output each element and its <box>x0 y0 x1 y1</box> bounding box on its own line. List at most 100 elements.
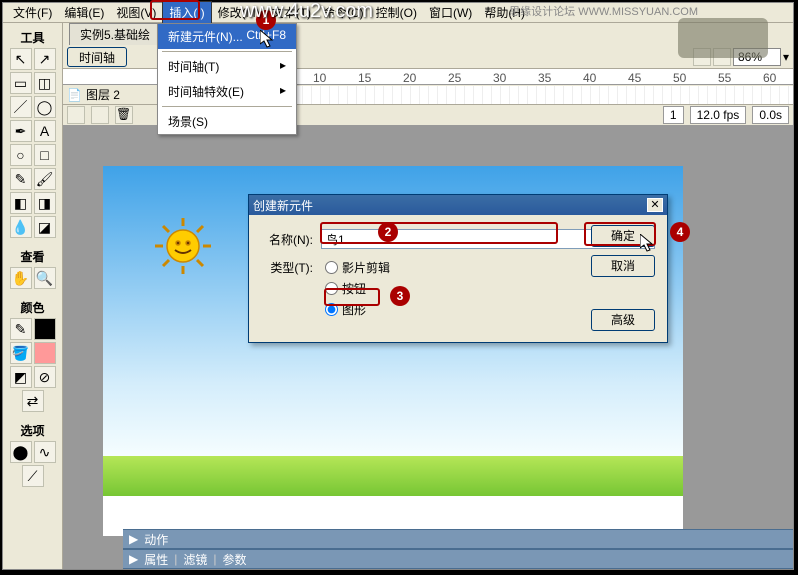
menu-timeline-effects[interactable]: 时间轴特效(E)▸ <box>158 79 296 104</box>
delete-layer-icon[interactable]: 🗑 <box>115 106 133 124</box>
snap-icon[interactable]: ⬤ <box>10 441 32 463</box>
properties-panel-header[interactable]: ▶ 属性 | 滤镜 | 参数 <box>123 549 793 569</box>
subselection-tool-icon[interactable]: ↗ <box>34 48 56 70</box>
tool-panel: 工具 ↖ ↗ ▭ ◫ ／ ◯ ✒ A ○ □ ✎ 🖌 ◧ ◨ 💧 ◪ 查看 ✋ … <box>3 23 63 569</box>
ruler-mark: 60 <box>763 71 776 85</box>
ruler-mark: 20 <box>403 71 416 85</box>
new-layer-icon[interactable] <box>67 106 85 124</box>
zoom-input[interactable] <box>733 48 781 66</box>
name-label: 名称(N): <box>261 231 321 248</box>
stroke-swatch[interactable] <box>34 318 56 340</box>
cancel-button[interactable]: 取消 <box>591 255 655 277</box>
radio-graphic[interactable]: 图形 <box>325 301 390 318</box>
ruler-mark: 50 <box>673 71 686 85</box>
expand-icon: ▶ <box>129 532 138 546</box>
menu-view[interactable]: 视图(V) <box>110 2 162 23</box>
sun-shape <box>153 216 213 276</box>
actions-panel-header[interactable]: ▶动作 <box>123 529 793 549</box>
layer-icon: 📄 <box>67 88 82 102</box>
stroke-color-icon[interactable]: ✎ <box>10 318 32 340</box>
zoom-dropdown-icon[interactable]: ▾ <box>783 50 789 64</box>
bottom-panels: ▶动作 ▶ 属性 | 滤镜 | 参数 <box>123 529 793 569</box>
menu-window[interactable]: 窗口(W) <box>423 2 478 23</box>
time-display: 0.0s <box>752 106 789 124</box>
menu-new-symbol-label: 新建元件(N)... <box>168 28 243 45</box>
view-section-title: 查看 <box>7 246 58 267</box>
new-folder-icon[interactable] <box>91 106 109 124</box>
menu-new-symbol[interactable]: 新建元件(N)... Ctrl+F8 <box>158 24 296 49</box>
radio-graphic-input[interactable] <box>325 303 338 316</box>
ruler-mark: 55 <box>718 71 731 85</box>
menu-insert[interactable]: 插入(I) <box>162 1 211 24</box>
menu-commands[interactable]: 命令(C) <box>317 2 370 23</box>
ruler-mark: 15 <box>358 71 371 85</box>
ok-button[interactable]: 确定 <box>591 225 655 247</box>
dialog-titlebar[interactable]: 创建新元件 ✕ <box>249 195 667 215</box>
text-tool-icon[interactable]: A <box>34 120 56 142</box>
document-tab[interactable]: 实例5.基础绘 <box>69 23 161 45</box>
tool-panel-title: 工具 <box>7 27 58 48</box>
fps-display: 12.0 fps <box>690 106 747 124</box>
options-section-title: 选项 <box>7 420 58 441</box>
current-frame: 1 <box>663 106 684 124</box>
menu-edit[interactable]: 编辑(E) <box>58 2 110 23</box>
radio-movieclip[interactable]: 影片剪辑 <box>325 259 390 276</box>
menu-file[interactable]: 文件(F) <box>7 2 58 23</box>
menu-help[interactable]: 帮助(H) <box>478 2 531 23</box>
smooth-icon[interactable]: ∿ <box>34 441 56 463</box>
timeline-frames[interactable] <box>213 86 793 104</box>
new-symbol-dialog: 创建新元件 ✕ 名称(N): 类型(T): 影片剪辑 按钮 图形 确定 取消 高… <box>248 194 668 343</box>
fill-color-icon[interactable]: 🪣 <box>10 342 32 364</box>
close-icon[interactable]: ✕ <box>647 198 663 212</box>
menu-modify[interactable]: 修改(M) <box>212 2 266 23</box>
ruler-mark: 25 <box>448 71 461 85</box>
gradient-transform-icon[interactable]: ◫ <box>34 72 56 94</box>
expand-icon: ▶ <box>129 552 138 566</box>
menu-scene[interactable]: 场景(S) <box>158 109 296 134</box>
doc-settings-icon[interactable] <box>693 48 711 66</box>
pen-tool-icon[interactable]: ✒ <box>10 120 32 142</box>
ruler-mark: 35 <box>538 71 551 85</box>
radio-button-input[interactable] <box>325 282 338 295</box>
straighten-icon[interactable]: ⟋ <box>22 465 44 487</box>
type-label: 类型(T): <box>261 259 321 276</box>
fill-swatch[interactable] <box>34 342 56 364</box>
ruler-mark: 30 <box>493 71 506 85</box>
ruler-mark: 40 <box>583 71 596 85</box>
insert-dropdown: 新建元件(N)... Ctrl+F8 时间轴(T)▸ 时间轴特效(E)▸ 场景(… <box>157 23 297 135</box>
brush-tool-icon[interactable]: 🖌 <box>34 168 56 190</box>
radio-button[interactable]: 按钮 <box>325 280 390 297</box>
menu-new-symbol-shortcut: Ctrl+F8 <box>246 28 286 45</box>
advanced-button[interactable]: 高级 <box>591 309 655 331</box>
oval-tool-icon[interactable]: ○ <box>10 144 32 166</box>
paint-bucket-icon[interactable]: ◨ <box>34 192 56 214</box>
dialog-title: 创建新元件 <box>253 197 313 214</box>
ruler-mark: 10 <box>313 71 326 85</box>
layer-name: 图层 2 <box>86 86 120 103</box>
ruler-mark: 45 <box>628 71 641 85</box>
hand-tool-icon[interactable]: ✋ <box>10 267 32 289</box>
free-transform-icon[interactable]: ▭ <box>10 72 32 94</box>
color-section-title: 颜色 <box>7 297 58 318</box>
swap-colors-icon[interactable]: ⇄ <box>22 390 44 412</box>
menu-text[interactable]: 文本(T) <box>266 2 317 23</box>
menu-control[interactable]: 控制(O) <box>370 2 423 23</box>
radio-movieclip-input[interactable] <box>325 261 338 274</box>
eraser-tool-icon[interactable]: ◪ <box>34 216 56 238</box>
no-color-icon[interactable]: ⊘ <box>34 366 56 388</box>
line-tool-icon[interactable]: ／ <box>10 96 32 118</box>
zoom-tool-icon[interactable]: 🔍 <box>34 267 56 289</box>
selection-tool-icon[interactable]: ↖ <box>10 48 32 70</box>
bw-icon[interactable]: ◩ <box>10 366 32 388</box>
menu-bar: 文件(F) 编辑(E) 视图(V) 插入(I) 修改(M) 文本(T) 命令(C… <box>3 3 793 23</box>
menu-timeline[interactable]: 时间轴(T)▸ <box>158 54 296 79</box>
pencil-tool-icon[interactable]: ✎ <box>10 168 32 190</box>
rectangle-tool-icon[interactable]: □ <box>34 144 56 166</box>
lasso-tool-icon[interactable]: ◯ <box>34 96 56 118</box>
ink-bottle-icon[interactable]: ◧ <box>10 192 32 214</box>
timeline-toggle-button[interactable]: 时间轴 <box>67 47 127 67</box>
stage-icon[interactable] <box>713 48 731 66</box>
grass-shape <box>103 456 683 496</box>
eyedropper-icon[interactable]: 💧 <box>10 216 32 238</box>
stage-area <box>63 126 793 569</box>
